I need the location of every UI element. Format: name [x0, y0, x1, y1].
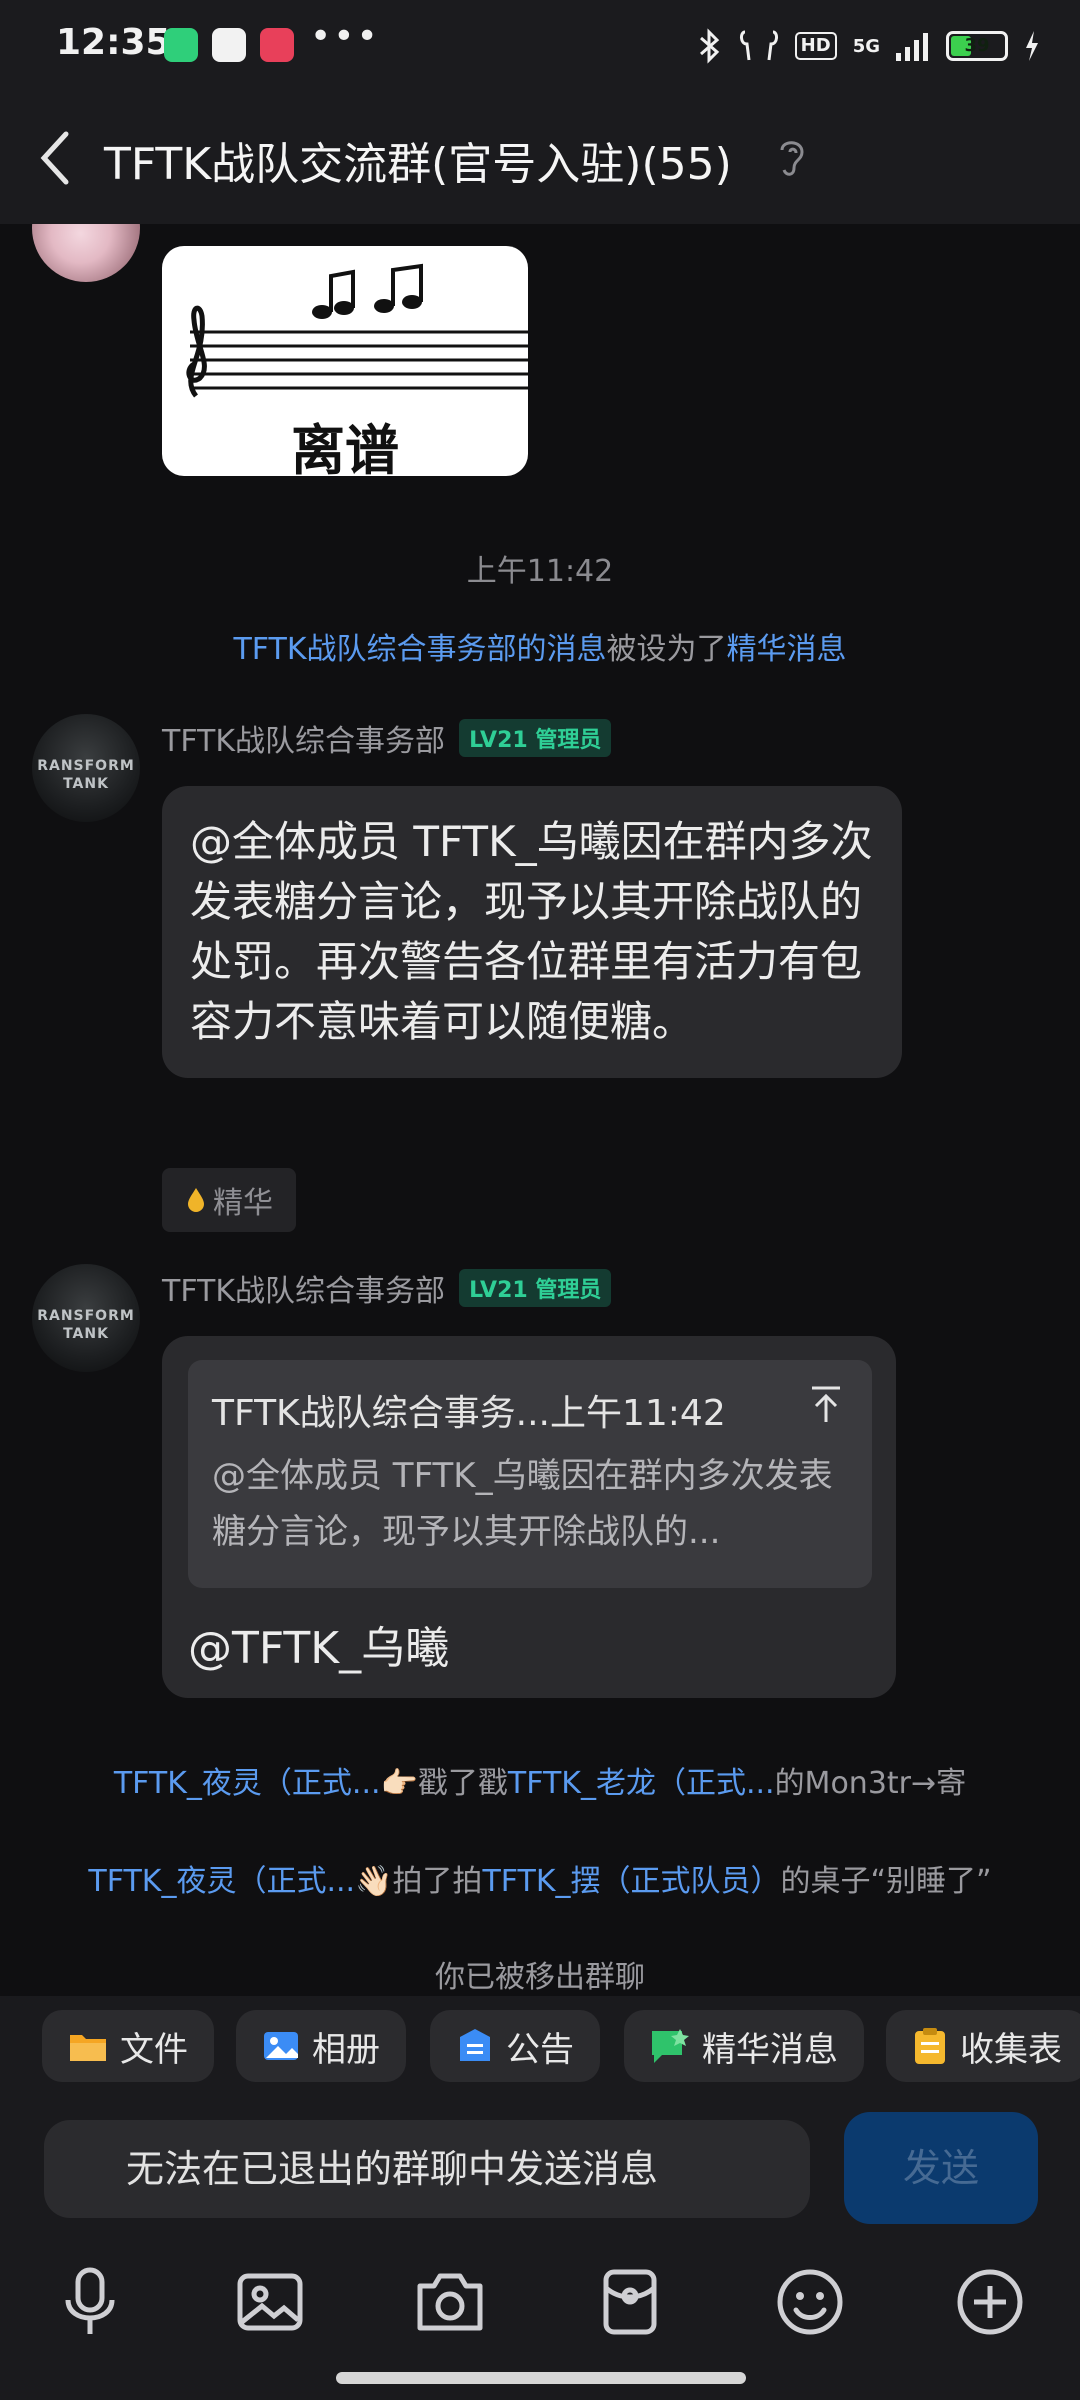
pat-suffix: 的桌子“别睡了”: [780, 1864, 992, 1899]
sender-row: TFTK战队综合事务部 LV21 管理员: [162, 1266, 612, 1310]
admin-level-badge: LV21 管理员: [459, 719, 612, 757]
battery-level: 39: [964, 35, 990, 56]
sender-avatar[interactable]: RANSFORM TANK: [32, 714, 140, 822]
app-notification-icon-capcut: [212, 28, 246, 62]
chat-header: TFTK战队交流群(官号入驻)(55): [0, 92, 1080, 224]
poke-target-link[interactable]: TFTK_老龙（正式...: [508, 1766, 775, 1801]
group-title[interactable]: TFTK战队交流群(官号入驻)(55): [104, 128, 732, 192]
avatar-text: RANSFORM: [37, 1308, 135, 1324]
essence-tag[interactable]: 精华: [162, 1168, 296, 1232]
quoted-message-text: @全体成员 TFTK_乌曦因在群内多次发表糖分言论，现予以其开除战队的...: [212, 1456, 833, 1552]
essence-notice-text: 被设为了: [606, 632, 727, 667]
removed-from-group-notice: 你已被移出群聊: [435, 1960, 645, 1995]
bluetooth-icon: [699, 28, 719, 64]
essence-tag-label: 精华: [213, 1186, 273, 1221]
microphone-icon[interactable]: [50, 2262, 130, 2342]
pat-emoji: 👋🏻: [355, 1864, 393, 1899]
shortcut-form[interactable]: 收集表: [886, 2010, 1080, 2082]
pat-actor-link[interactable]: TFTK_夜灵（正式...: [88, 1864, 355, 1899]
folder-icon: [70, 2035, 106, 2061]
sticker-caption: 离谱: [291, 419, 399, 476]
avatar-text: TANK: [63, 1326, 109, 1342]
pat-notice: TFTK_夜灵（正式...👋🏻拍了拍TFTK_摆（正式队员）的桌子“别睡了”: [0, 1856, 1080, 1900]
shortcut-announcement[interactable]: 公告: [430, 2010, 600, 2082]
admin-level-badge: LV21 管理员: [459, 1269, 612, 1307]
time-separator: 上午11:42: [466, 554, 614, 589]
poke-action: 戳了戳: [417, 1766, 508, 1801]
essence-notice-target-link[interactable]: 精华消息: [727, 632, 847, 667]
essence-notice-source-link[interactable]: TFTK战队综合事务部的消息: [233, 632, 606, 667]
earbuds-icon: [739, 30, 778, 61]
app-notification-icon-red: [260, 28, 294, 62]
emoji-icon[interactable]: [770, 2262, 850, 2342]
sender-name[interactable]: TFTK战队综合事务部: [162, 716, 445, 760]
hd-badge: HD: [794, 32, 837, 60]
jump-to-original-icon[interactable]: [806, 1382, 846, 1426]
earpiece-mode-icon[interactable]: [774, 134, 810, 180]
message-text: @全体成员 TFTK_乌曦因在群内多次发表糖分言论，现予以其开除战队的处罚。再次…: [190, 817, 873, 1046]
bottom-toolbar: [0, 2240, 1080, 2400]
quoted-message-header: TFTK战队综合事务...上午11:42: [212, 1393, 726, 1434]
reply-message-text: @TFTK_乌曦: [188, 1623, 450, 1674]
charging-icon: [1026, 31, 1038, 61]
battery-icon: 39: [946, 31, 1008, 61]
message-bubble[interactable]: @全体成员 TFTK_乌曦因在群内多次发表糖分言论，现予以其开除战队的处罚。再次…: [162, 786, 902, 1078]
plus-icon[interactable]: [950, 2262, 1030, 2342]
album-icon: [264, 2032, 298, 2060]
poke-emoji: 👉🏻: [380, 1766, 418, 1801]
shortcut-essence[interactable]: 精华消息: [624, 2010, 864, 2082]
avatar-text: TANK: [63, 776, 109, 792]
back-button[interactable]: [32, 126, 82, 190]
sender-name[interactable]: TFTK战队综合事务部: [162, 1266, 445, 1310]
poke-notice: TFTK_夜灵（正式...👉🏻戳了戳TFTK_老龙（正式...的Mon3tr→寄: [0, 1758, 1080, 1802]
sticker-image[interactable]: 离谱: [162, 246, 528, 476]
status-bar: 12:35 ••• HD 5G 39: [0, 0, 1080, 92]
reply-message-bubble[interactable]: TFTK战队综合事务...上午11:42 @全体成员 TFTK_乌曦因在群内多次…: [162, 1336, 896, 1698]
status-time: 12:35: [56, 22, 171, 63]
app-notification-icon-green: [164, 28, 198, 62]
poke-suffix: 的Mon3tr→寄: [774, 1766, 967, 1801]
avatar-text: RANSFORM: [37, 758, 135, 774]
essence-drop-icon: [188, 1188, 204, 1212]
signal-icon: [896, 33, 928, 61]
quoted-message[interactable]: TFTK战队综合事务...上午11:42 @全体成员 TFTK_乌曦因在群内多次…: [188, 1360, 872, 1588]
shortcut-files-label: 文件: [120, 2029, 188, 2070]
sender-avatar[interactable]: [32, 224, 140, 282]
music-staff-illustration: [186, 263, 528, 398]
shortcut-bar: 文件 相册 公告 精华消息 收集表: [0, 1996, 1080, 2100]
pat-action: 拍了拍: [392, 1864, 483, 1899]
poke-actor-link[interactable]: TFTK_夜灵（正式...: [114, 1766, 381, 1801]
shortcut-essence-label: 精华消息: [702, 2029, 838, 2070]
shortcut-form-label: 收集表: [960, 2029, 1062, 2070]
sender-avatar[interactable]: RANSFORM TANK: [32, 1264, 140, 1372]
more-notifications-icon: •••: [310, 16, 380, 57]
camera-icon[interactable]: [410, 2262, 490, 2342]
essence-system-notice: TFTK战队综合事务部的消息被设为了精华消息: [0, 624, 1080, 668]
image-icon[interactable]: [230, 2262, 310, 2342]
essence-message-icon: [652, 2029, 689, 2063]
send-button[interactable]: 发送: [844, 2112, 1038, 2224]
chat-message-list[interactable]: 离谱 上午11:42 TFTK战队综合事务部的消息被设为了精华消息 RANSFO…: [0, 224, 1080, 1996]
pat-target-link[interactable]: TFTK_摆（正式队员）: [482, 1864, 780, 1899]
shortcut-album[interactable]: 相册: [236, 2010, 406, 2082]
network-label: 5G: [852, 35, 880, 57]
shortcut-announcement-label: 公告: [506, 2029, 574, 2070]
shortcut-album-label: 相册: [312, 2029, 380, 2070]
input-row: 无法在已退出的群聊中发送消息 发送: [0, 2100, 1080, 2240]
announcement-icon: [460, 2029, 490, 2061]
clipboard-icon: [915, 2028, 945, 2064]
message-input[interactable]: 无法在已退出的群聊中发送消息: [44, 2120, 810, 2218]
red-packet-icon[interactable]: [590, 2262, 670, 2342]
shortcut-files[interactable]: 文件: [42, 2010, 214, 2082]
sender-row: TFTK战队综合事务部 LV21 管理员: [162, 716, 612, 760]
status-right-group: HD 5G 39: [697, 26, 1040, 66]
home-indicator[interactable]: [336, 2372, 746, 2384]
